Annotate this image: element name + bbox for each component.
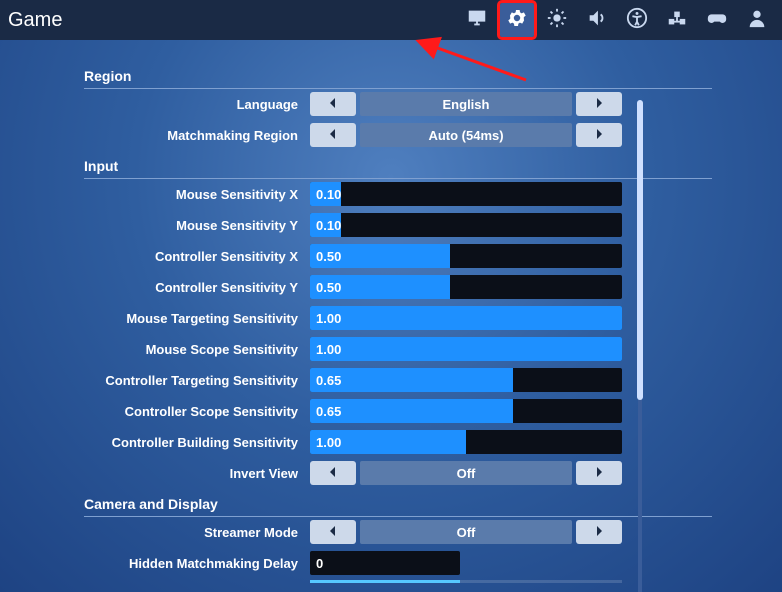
tab-controller[interactable] bbox=[700, 3, 734, 37]
settings-content: Region Language English Matchmaking Regi… bbox=[0, 40, 782, 592]
arrow-left-icon bbox=[327, 466, 339, 481]
label-ctrltarget: Controller Targeting Sensitivity bbox=[84, 373, 304, 388]
page-title: Game bbox=[8, 9, 62, 32]
label-mousesensy: Mouse Sensitivity Y bbox=[84, 218, 304, 233]
controller-icon bbox=[706, 7, 728, 34]
label-invert: Invert View bbox=[84, 466, 304, 481]
brightness-icon bbox=[546, 7, 568, 34]
gear-icon bbox=[506, 7, 528, 34]
streamer-prev-button[interactable] bbox=[310, 520, 356, 544]
language-value[interactable]: English bbox=[360, 92, 572, 116]
tab-account[interactable] bbox=[740, 3, 774, 37]
matchregion-prev-button[interactable] bbox=[310, 123, 356, 147]
accessibility-icon bbox=[626, 7, 648, 34]
arrow-left-icon bbox=[327, 128, 339, 143]
invert-value[interactable]: Off bbox=[360, 461, 572, 485]
keyboard-icon bbox=[666, 7, 688, 34]
tab-game[interactable] bbox=[500, 3, 534, 37]
streamer-next-button[interactable] bbox=[576, 520, 622, 544]
label-ctrlbuild: Controller Building Sensitivity bbox=[84, 435, 304, 450]
slider-mousesensy[interactable]: 0.10 bbox=[310, 213, 622, 237]
person-icon bbox=[746, 7, 768, 34]
slider-ctrlsensx[interactable]: 0.50 bbox=[310, 244, 622, 268]
language-prev-button[interactable] bbox=[310, 92, 356, 116]
arrow-right-icon bbox=[593, 97, 605, 112]
language-next-button[interactable] bbox=[576, 92, 622, 116]
slider-ctrlbuild[interactable]: 1.00 bbox=[310, 430, 622, 454]
tab-brightness[interactable] bbox=[540, 3, 574, 37]
slider-ctrlscope[interactable]: 0.65 bbox=[310, 399, 622, 423]
matchregion-value[interactable]: Auto (54ms) bbox=[360, 123, 572, 147]
arrow-left-icon bbox=[327, 97, 339, 112]
section-region: Region bbox=[84, 64, 712, 89]
monitor-icon bbox=[466, 7, 488, 34]
slider-ctrlsensy[interactable]: 0.50 bbox=[310, 275, 622, 299]
section-input: Input bbox=[84, 154, 712, 179]
arrow-right-icon bbox=[593, 466, 605, 481]
arrow-right-icon bbox=[593, 128, 605, 143]
top-bar: Game bbox=[0, 0, 782, 40]
tab-audio[interactable] bbox=[580, 3, 614, 37]
slider-mousesensx[interactable]: 0.10 bbox=[310, 182, 622, 206]
label-ctrlsensx: Controller Sensitivity X bbox=[84, 249, 304, 264]
arrow-left-icon bbox=[327, 525, 339, 540]
slider-mousetarget[interactable]: 1.00 bbox=[310, 306, 622, 330]
speaker-icon bbox=[586, 7, 608, 34]
label-language: Language bbox=[84, 97, 304, 112]
invert-prev-button[interactable] bbox=[310, 461, 356, 485]
slider-ctrltarget[interactable]: 0.65 bbox=[310, 368, 622, 392]
label-mousescope: Mouse Scope Sensitivity bbox=[84, 342, 304, 357]
tab-input[interactable] bbox=[660, 3, 694, 37]
label-ctrlsensy: Controller Sensitivity Y bbox=[84, 280, 304, 295]
matchregion-next-button[interactable] bbox=[576, 123, 622, 147]
label-mousetarget: Mouse Targeting Sensitivity bbox=[84, 311, 304, 326]
label-hiddendelay: Hidden Matchmaking Delay bbox=[84, 556, 304, 571]
arrow-right-icon bbox=[593, 525, 605, 540]
label-streamer: Streamer Mode bbox=[84, 525, 304, 540]
slider-hiddendelay[interactable]: 0 bbox=[310, 551, 460, 575]
tab-row bbox=[460, 3, 774, 37]
label-mousesensx: Mouse Sensitivity X bbox=[84, 187, 304, 202]
streamer-value[interactable]: Off bbox=[360, 520, 572, 544]
tab-video[interactable] bbox=[460, 3, 494, 37]
label-ctrlscope: Controller Scope Sensitivity bbox=[84, 404, 304, 419]
invert-next-button[interactable] bbox=[576, 461, 622, 485]
label-matchregion: Matchmaking Region bbox=[84, 128, 304, 143]
section-camera: Camera and Display bbox=[84, 492, 712, 517]
slider-mousescope[interactable]: 1.00 bbox=[310, 337, 622, 361]
scrollbar-thumb[interactable] bbox=[637, 100, 643, 400]
tab-accessibility[interactable] bbox=[620, 3, 654, 37]
hiddendelay-underline bbox=[310, 580, 622, 583]
